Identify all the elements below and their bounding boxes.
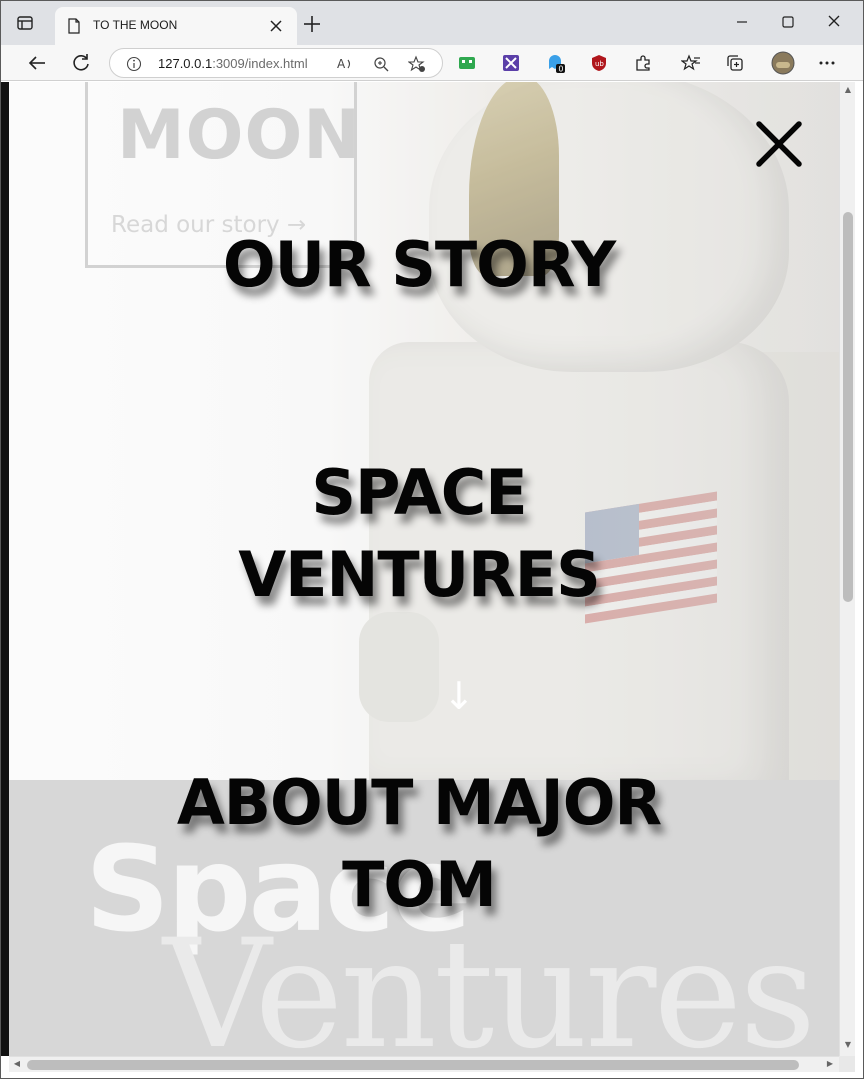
more-icon[interactable] <box>817 53 837 73</box>
menu-item-our-story[interactable]: OUR STORY <box>9 224 829 306</box>
vertical-scrollbar[interactable]: ▲ ▼ <box>839 82 855 1056</box>
active-tab[interactable]: TO THE MOON <box>55 7 297 45</box>
menu-item-about-major-tom[interactable]: ABOUT MAJOR TOM <box>9 762 829 926</box>
page-viewport: MOON Read our story → ↓ Space Ventures O… <box>9 82 839 1056</box>
zoom-icon[interactable] <box>372 55 390 73</box>
horizontal-scroll-thumb[interactable] <box>27 1060 799 1070</box>
close-menu-icon[interactable] <box>755 120 803 168</box>
extension-badge-count: 0 <box>558 65 563 73</box>
browser-window: TO THE MOON 127.0.0.1:3009/index.html A … <box>0 0 864 1079</box>
read-aloud-icon[interactable]: A <box>336 55 354 73</box>
svg-text:ub: ub <box>595 60 604 68</box>
collections-icon[interactable] <box>725 53 745 73</box>
svg-text:A: A <box>337 57 346 71</box>
tab-actions-icon[interactable] <box>15 13 35 33</box>
scroll-left-icon[interactable]: ◀ <box>12 1059 22 1069</box>
extension-ghost-icon[interactable]: 0 <box>545 53 565 73</box>
background-window-edge <box>1 82 9 1056</box>
extension-shield-icon[interactable]: ub <box>589 53 609 73</box>
new-tab-icon[interactable] <box>301 13 323 35</box>
scrollbar-corner <box>839 1056 855 1072</box>
url-path: :3009/index.html <box>212 56 308 71</box>
close-window-icon[interactable] <box>821 11 847 33</box>
minimize-icon[interactable] <box>729 11 755 33</box>
tab-title: TO THE MOON <box>93 18 178 32</box>
add-favorite-icon[interactable] <box>408 55 426 73</box>
maximize-icon[interactable] <box>775 11 801 33</box>
tab-bar: TO THE MOON <box>1 1 863 45</box>
url-host: 127.0.0.1 <box>158 56 213 71</box>
address-bar[interactable]: 127.0.0.1:3009/index.html A <box>109 48 443 78</box>
url-text[interactable]: 127.0.0.1:3009/index.html <box>158 56 308 71</box>
extensions-icon[interactable] <box>633 53 653 73</box>
browser-toolbar: 127.0.0.1:3009/index.html A 0 ub <box>1 45 863 81</box>
refresh-icon[interactable] <box>69 51 93 75</box>
extension-green-icon[interactable] <box>457 53 477 73</box>
favorites-icon[interactable] <box>681 53 701 73</box>
back-icon[interactable] <box>25 51 49 75</box>
horizontal-scrollbar[interactable]: ◀ ▶ <box>9 1056 839 1072</box>
vertical-scroll-thumb[interactable] <box>843 212 853 602</box>
close-tab-icon[interactable] <box>267 17 285 35</box>
profile-avatar[interactable] <box>771 51 795 75</box>
extension-puzzle-tile-icon[interactable] <box>501 53 521 73</box>
menu-item-space-ventures[interactable]: SPACE VENTURES <box>9 452 829 616</box>
scroll-right-icon[interactable]: ▶ <box>825 1059 835 1069</box>
page-icon <box>68 18 80 34</box>
info-icon[interactable] <box>126 56 142 72</box>
scroll-up-icon[interactable]: ▲ <box>843 85 853 95</box>
scroll-down-icon[interactable]: ▼ <box>843 1040 853 1050</box>
